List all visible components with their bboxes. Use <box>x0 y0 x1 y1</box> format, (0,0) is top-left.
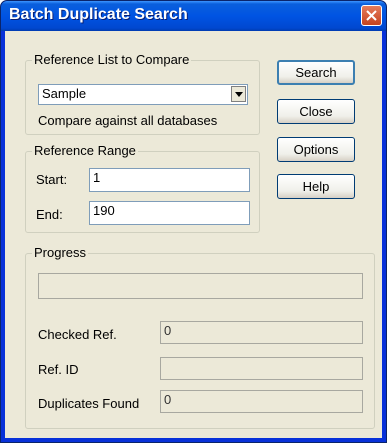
search-button[interactable]: Search <box>277 60 355 85</box>
options-button[interactable]: Options <box>277 137 355 162</box>
close-icon <box>366 10 377 21</box>
progress-bar <box>38 273 363 299</box>
close-button[interactable]: Close <box>277 99 355 124</box>
start-label: Start: <box>36 172 68 187</box>
duplicates-found-field: 0 <box>160 390 363 413</box>
reference-range-group-label: Reference Range <box>32 143 138 158</box>
dialog-body: Reference List to Compare Sample Compare… <box>5 31 382 438</box>
end-value: 190 <box>93 203 115 218</box>
progress-group-label: Progress <box>32 245 89 260</box>
reference-range-group: Reference Range Start: 1 End: 190 <box>25 143 260 233</box>
duplicates-found-value: 0 <box>164 392 172 407</box>
start-field[interactable]: 1 <box>89 168 250 192</box>
duplicates-found-label: Duplicates Found <box>38 396 140 411</box>
window-title: Batch Duplicate Search <box>9 6 188 23</box>
compare-note: Compare against all databases <box>38 113 218 128</box>
dialog-window: Batch Duplicate Search Reference List to… <box>0 0 387 443</box>
ref-id-field <box>160 357 363 380</box>
ref-id-label: Ref. ID <box>38 362 79 377</box>
end-field[interactable]: 190 <box>89 201 250 225</box>
end-label: End: <box>36 207 63 222</box>
start-value: 1 <box>93 170 101 185</box>
reference-list-group-label: Reference List to Compare <box>32 52 192 67</box>
help-button[interactable]: Help <box>277 174 355 199</box>
title-bar[interactable]: Batch Duplicate Search <box>1 1 386 31</box>
checked-ref-value: 0 <box>164 323 172 338</box>
progress-group: Progress Checked Ref. 0 Ref. ID Duplicat… <box>25 245 375 429</box>
window-close-button[interactable] <box>361 5 382 26</box>
reference-list-group: Reference List to Compare Sample Compare… <box>25 52 260 135</box>
reference-list-select[interactable]: Sample <box>38 84 248 105</box>
chevron-down-icon <box>235 92 243 97</box>
reference-list-selected: Sample <box>42 86 87 101</box>
checked-ref-label: Checked Ref. <box>38 327 117 342</box>
checked-ref-field: 0 <box>160 321 363 344</box>
dropdown-button[interactable] <box>231 86 246 102</box>
